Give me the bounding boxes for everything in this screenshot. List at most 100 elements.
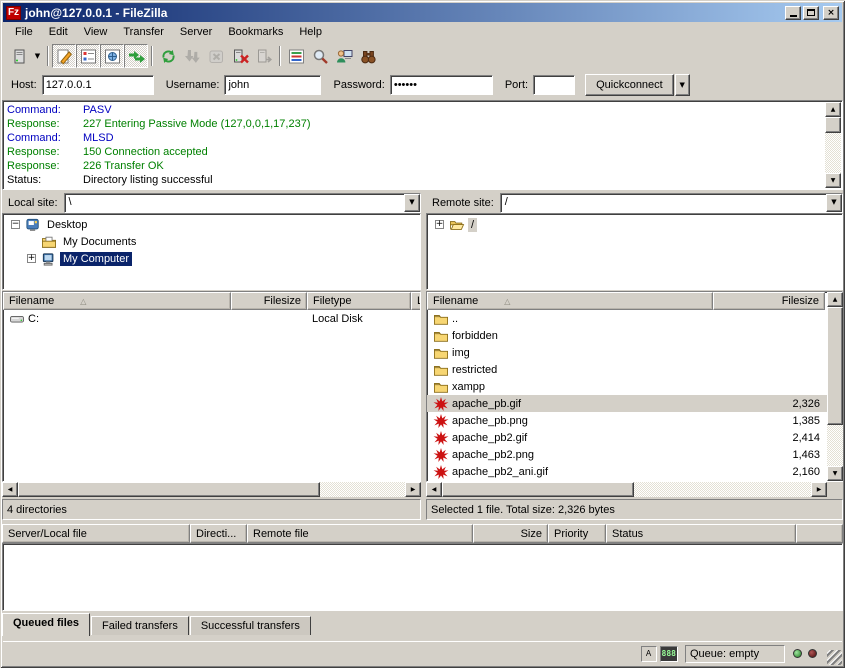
file-row[interactable]: C:Local Disk xyxy=(3,310,420,327)
sync-browsing-button[interactable] xyxy=(332,44,356,68)
scroll-down-button[interactable]: ▼ xyxy=(827,466,843,481)
folder-icon xyxy=(432,328,449,343)
file-name: apache_pb.gif xyxy=(452,398,521,410)
queue-column-header[interactable]: Remote file xyxy=(247,524,473,543)
queue-column-header[interactable] xyxy=(796,524,843,543)
file-row[interactable]: img xyxy=(427,344,842,361)
menu-view[interactable]: View xyxy=(76,24,116,40)
resize-grip[interactable] xyxy=(827,650,842,665)
tab-failed-transfers[interactable]: Failed transfers xyxy=(91,616,189,635)
tree-item[interactable]: + My Computer xyxy=(7,250,420,267)
file-row[interactable]: forbidden xyxy=(427,327,842,344)
column-header[interactable]: Filesize xyxy=(713,292,825,310)
quickconnect-button[interactable]: Quickconnect xyxy=(585,74,674,96)
file-row[interactable]: apache_pb.png1,385 xyxy=(427,412,842,429)
speed-limits-indicator: 888 xyxy=(660,646,678,662)
remote-file-list: Filename△Filesize..forbidden img restricte… xyxy=(426,291,843,482)
site-manager-button[interactable] xyxy=(7,44,31,68)
comparison-button[interactable] xyxy=(308,44,332,68)
column-header[interactable]: Filename△ xyxy=(427,292,713,310)
file-row[interactable]: apache_pb2.gif2,414 xyxy=(427,429,842,446)
tree-item[interactable]: +/ xyxy=(431,216,842,233)
remote-site-bar: Remote site: / ▼ xyxy=(426,192,843,213)
menu-bookmarks[interactable]: Bookmarks xyxy=(220,24,291,40)
minimize-button[interactable] xyxy=(785,6,801,20)
toggle-remote-tree-button[interactable] xyxy=(100,44,124,68)
scrollbar-thumb[interactable] xyxy=(18,482,320,497)
quickconnect-dropdown[interactable]: ▼ xyxy=(675,74,690,96)
menu-help[interactable]: Help xyxy=(291,24,330,40)
queue-column-header[interactable]: Status xyxy=(606,524,796,543)
disconnect-button[interactable] xyxy=(228,44,252,68)
file-row[interactable]: apache_pb2_ani.gif2,160 xyxy=(427,463,842,480)
drive-icon xyxy=(8,311,25,326)
log-line: Response:227 Entering Passive Mode (127,… xyxy=(7,117,824,131)
scrollbar-track[interactable] xyxy=(825,133,841,173)
host-input[interactable] xyxy=(42,75,154,95)
file-row[interactable]: xampp xyxy=(427,378,842,395)
scrollbar-track[interactable] xyxy=(320,482,405,497)
tree-item[interactable]: My Documents xyxy=(7,233,420,250)
file-row[interactable]: apache_pb2.png1,463 xyxy=(427,446,842,463)
scroll-left-button[interactable]: ◀ xyxy=(2,482,18,497)
scrollbar-thumb[interactable] xyxy=(825,117,841,133)
log-scrollbar: ▲ ▼ xyxy=(825,102,841,188)
menu-file[interactable]: File xyxy=(7,24,41,40)
queue-column-header[interactable]: Size xyxy=(473,524,548,543)
scroll-up-button[interactable]: ▲ xyxy=(827,292,843,307)
maximize-button[interactable] xyxy=(803,6,819,20)
toggle-queue-button[interactable] xyxy=(124,44,148,68)
local-site-combobox[interactable]: \ ▼ xyxy=(64,193,421,213)
column-header[interactable]: Filetype xyxy=(307,292,411,310)
cancel-button[interactable] xyxy=(204,44,228,68)
folder-icon xyxy=(432,311,449,326)
find-files-button[interactable] xyxy=(356,44,380,68)
tree-expander[interactable]: + xyxy=(27,254,36,263)
username-input[interactable] xyxy=(224,75,321,95)
menu-server[interactable]: Server xyxy=(172,24,220,40)
local-site-dropdown[interactable]: ▼ xyxy=(404,194,420,212)
queue-column-header[interactable]: Directi... xyxy=(190,524,247,543)
remote-site-combobox[interactable]: / ▼ xyxy=(500,193,843,213)
scrollbar-thumb[interactable] xyxy=(442,482,634,497)
queue-column-header[interactable]: Server/Local file xyxy=(2,524,190,543)
toggle-local-tree-button[interactable] xyxy=(76,44,100,68)
site-manager-dropdown[interactable]: ▼ xyxy=(31,44,44,68)
tree-item-label: My Computer xyxy=(60,252,132,266)
column-header[interactable]: L xyxy=(411,292,421,310)
file-row[interactable]: .. xyxy=(427,310,842,327)
tab-queued-files[interactable]: Queued files xyxy=(2,613,90,636)
port-input[interactable] xyxy=(533,75,575,95)
column-header[interactable]: Filesize xyxy=(231,292,307,310)
tree-expander[interactable]: − xyxy=(11,220,20,229)
tab-successful-transfers[interactable]: Successful transfers xyxy=(190,616,311,635)
tree-expander[interactable]: + xyxy=(435,220,444,229)
password-input[interactable] xyxy=(390,75,493,95)
filters-button[interactable] xyxy=(284,44,308,68)
reconnect-button[interactable] xyxy=(252,44,276,68)
scroll-right-button[interactable]: ▶ xyxy=(811,482,827,497)
scrollbar-track[interactable] xyxy=(827,425,843,466)
window-title: john@127.0.0.1 - FileZilla xyxy=(25,6,783,20)
title-bar[interactable]: Fz john@127.0.0.1 - FileZilla × xyxy=(3,3,842,22)
process-queue-button[interactable] xyxy=(180,44,204,68)
scroll-left-button[interactable]: ◀ xyxy=(426,482,442,497)
computer-icon xyxy=(40,251,57,266)
remote-site-dropdown[interactable]: ▼ xyxy=(826,194,842,212)
scroll-up-button[interactable]: ▲ xyxy=(825,102,841,117)
menu-transfer[interactable]: Transfer xyxy=(115,24,172,40)
scroll-down-button[interactable]: ▼ xyxy=(825,173,841,188)
refresh-button[interactable] xyxy=(156,44,180,68)
scrollbar-thumb[interactable] xyxy=(827,307,843,425)
scroll-right-button[interactable]: ▶ xyxy=(405,482,421,497)
tree-item[interactable]: −Desktop xyxy=(7,216,420,233)
toggle-log-button[interactable] xyxy=(52,44,76,68)
column-header[interactable]: Filename△ xyxy=(3,292,231,310)
file-name: img xyxy=(452,347,470,359)
close-button[interactable]: × xyxy=(823,6,839,20)
menu-edit[interactable]: Edit xyxy=(41,24,76,40)
file-row[interactable]: restricted xyxy=(427,361,842,378)
queue-column-header[interactable]: Priority xyxy=(548,524,606,543)
file-row[interactable]: apache_pb.gif2,326 xyxy=(427,395,842,412)
scrollbar-track[interactable] xyxy=(634,482,811,497)
